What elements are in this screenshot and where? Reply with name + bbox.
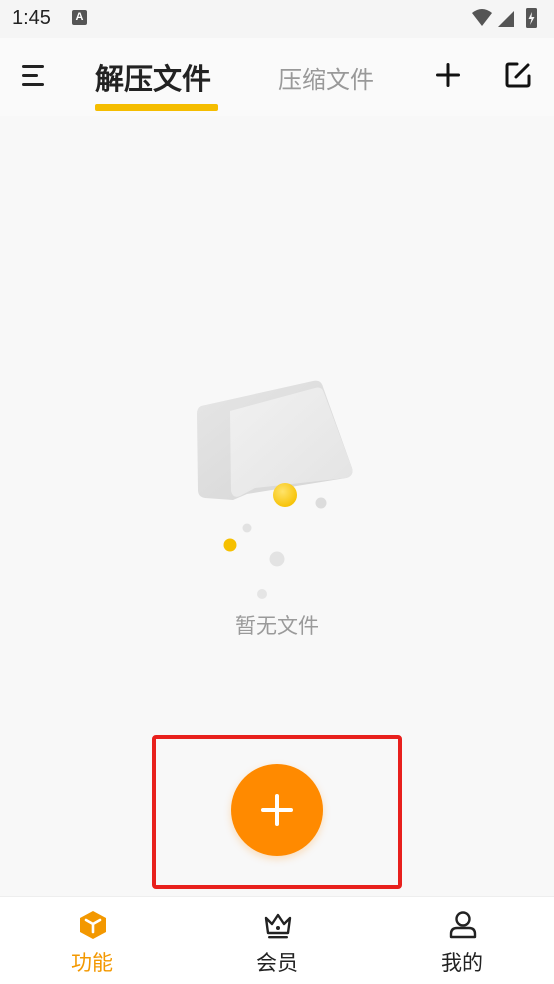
bottom-nav: 功能 会员 我的 <box>0 896 554 984</box>
nav-item-vip[interactable]: 会员 <box>185 897 369 984</box>
tab-unzip[interactable]: 解压文件 <box>95 56 211 98</box>
crown-icon <box>264 913 292 939</box>
function-cube-icon <box>80 911 106 939</box>
plus-icon <box>261 794 293 826</box>
empty-state-text: 暂无文件 <box>235 614 319 638</box>
status-time: 1:45 <box>12 7 51 29</box>
add-file-fab[interactable] <box>231 764 323 856</box>
edit-button[interactable] <box>503 60 533 90</box>
add-button[interactable] <box>433 60 463 90</box>
nav-item-me[interactable]: 我的 <box>370 897 554 984</box>
header: 解压文件 压缩文件 <box>0 38 554 116</box>
wifi-icon <box>472 9 492 26</box>
edit-icon <box>505 62 531 88</box>
a-icon: A <box>72 10 87 25</box>
status-bar: 1:45 A <box>0 0 554 38</box>
nav-item-function[interactable]: 功能 <box>0 897 184 984</box>
file-list-area: 暂无文件 <box>0 116 554 896</box>
signal-icon <box>498 11 514 27</box>
status-icons <box>472 8 537 28</box>
menu-button[interactable] <box>20 62 52 90</box>
plus-icon <box>436 63 460 87</box>
tab-compress[interactable]: 压缩文件 <box>278 60 374 95</box>
user-icon <box>449 911 477 939</box>
empty-folder-illustration <box>197 380 353 599</box>
nav-label-function: 功能 <box>71 951 113 975</box>
menu-icon <box>22 65 44 86</box>
nav-label-me: 我的 <box>441 951 483 975</box>
active-tab-indicator <box>95 104 218 111</box>
nav-label-vip: 会员 <box>256 951 298 975</box>
